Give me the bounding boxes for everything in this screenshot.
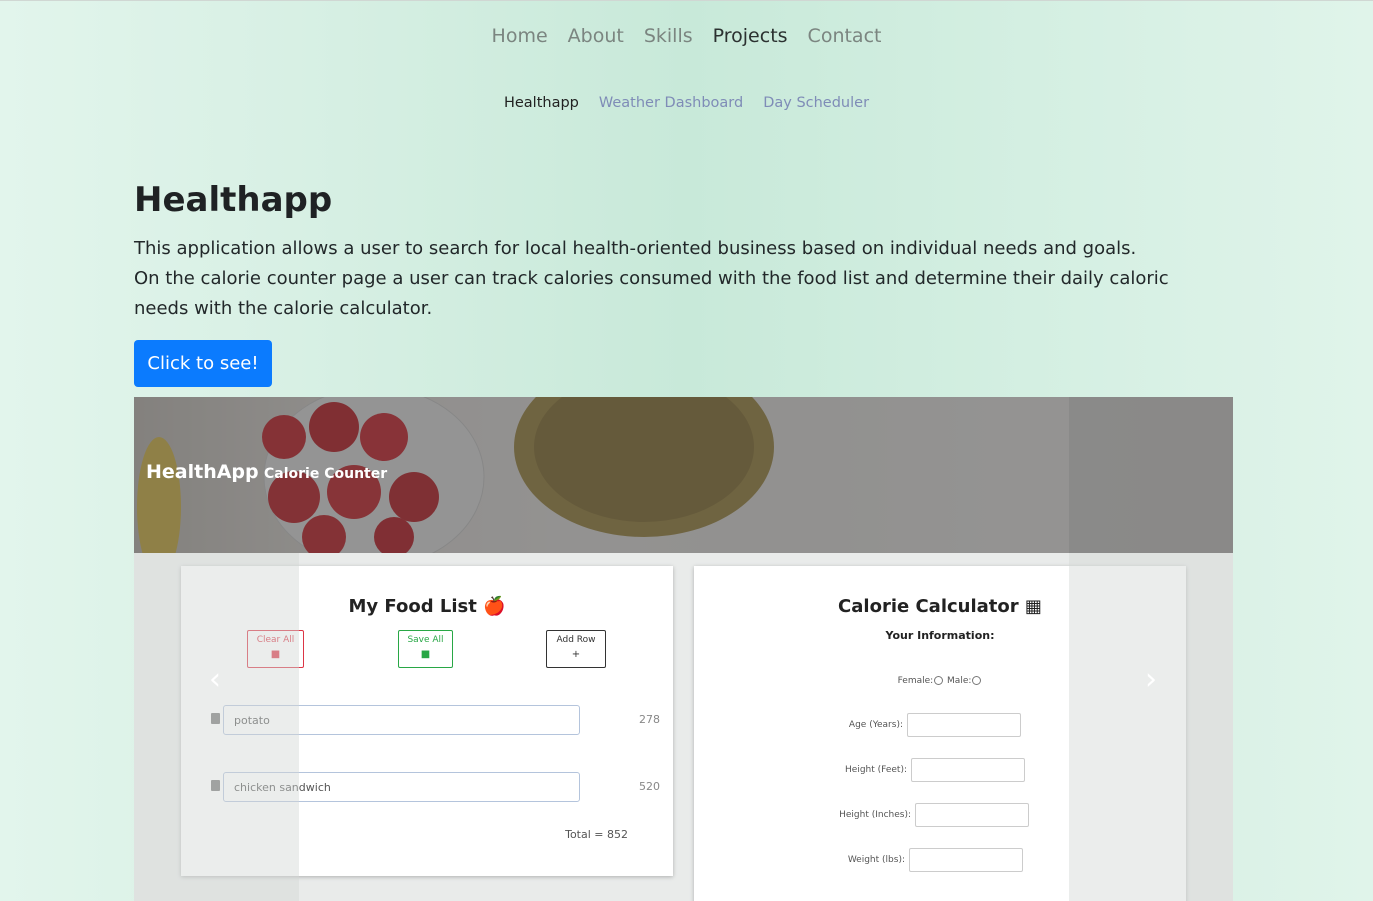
project-screenshot: HealthApp Calorie Counter My Food List 🍎…	[134, 397, 1233, 901]
project-desc-line-1: This application allows a user to search…	[134, 238, 1137, 259]
food-input	[223, 705, 580, 735]
calorie-calculator-card: Calorie Calculator ▦ Your Information: F…	[694, 566, 1186, 901]
height-feet-input	[911, 758, 1025, 782]
calculator-icon: ▦	[1024, 596, 1042, 617]
nav-about[interactable]: About	[558, 22, 634, 50]
main-nav: Home About Skills Projects Contact	[0, 22, 1373, 50]
apple-icon: 🍎	[483, 596, 506, 617]
trash-icon	[211, 713, 220, 724]
healthapp-brand: HealthApp	[146, 461, 259, 483]
add-row-button: Add Row +	[546, 630, 606, 668]
screenshot-hero: HealthApp Calorie Counter	[134, 397, 1233, 553]
nav-contact[interactable]: Contact	[798, 22, 892, 50]
food-calories: 520	[639, 780, 660, 793]
nav-projects[interactable]: Projects	[703, 22, 798, 50]
calorie-counter-link: Calorie Counter	[264, 466, 388, 482]
food-total: Total = 852	[565, 828, 628, 841]
project-description: This application allows a user to search…	[134, 234, 1224, 324]
tab-healthapp[interactable]: Healthapp	[494, 93, 589, 113]
gender-selector: Female: Male:	[694, 676, 1186, 686]
top-border	[0, 0, 1373, 1]
height-inches-input	[915, 803, 1029, 827]
age-row: Age (Years):	[694, 713, 1021, 737]
clear-all-button: Clear All ■	[247, 630, 304, 668]
food-list-card: My Food List 🍎 Clear All ■ Save All ■ Add …	[181, 566, 673, 876]
project-desc-line-2: On the calorie counter page a user can t…	[134, 268, 1169, 319]
save-icon: ■	[420, 649, 431, 660]
project-tabs: Healthapp Weather Dashboard Day Schedule…	[0, 93, 1373, 113]
carousel-prev-icon[interactable]: ‹	[205, 665, 225, 695]
female-radio	[934, 676, 944, 685]
food-list-title: My Food List 🍎	[348, 596, 506, 617]
food-input	[223, 772, 580, 802]
carousel-next-icon[interactable]: ›	[1141, 665, 1161, 695]
height-inches-row: Height (Inches):	[694, 803, 1029, 827]
project-title: Healthapp	[134, 180, 333, 220]
tab-day-scheduler[interactable]: Day Scheduler	[753, 93, 879, 113]
nav-home[interactable]: Home	[482, 22, 558, 50]
plus-icon: +	[571, 649, 581, 660]
click-to-see-button[interactable]: Click to see!	[134, 340, 272, 387]
male-radio	[972, 676, 982, 685]
tab-weather-dashboard[interactable]: Weather Dashboard	[589, 93, 753, 113]
calculator-subtitle: Your Information:	[885, 629, 995, 642]
nav-skills[interactable]: Skills	[634, 22, 703, 50]
height-feet-row: Height (Feet):	[694, 758, 1025, 782]
calculator-title: Calorie Calculator ▦	[838, 596, 1042, 617]
weight-input	[909, 848, 1023, 872]
save-all-button: Save All ■	[398, 630, 453, 668]
trash-icon	[211, 780, 220, 791]
food-calories: 278	[639, 713, 660, 726]
trash-icon: ■	[270, 649, 281, 660]
weight-row: Weight (lbs):	[694, 848, 1023, 872]
age-input	[907, 713, 1021, 737]
